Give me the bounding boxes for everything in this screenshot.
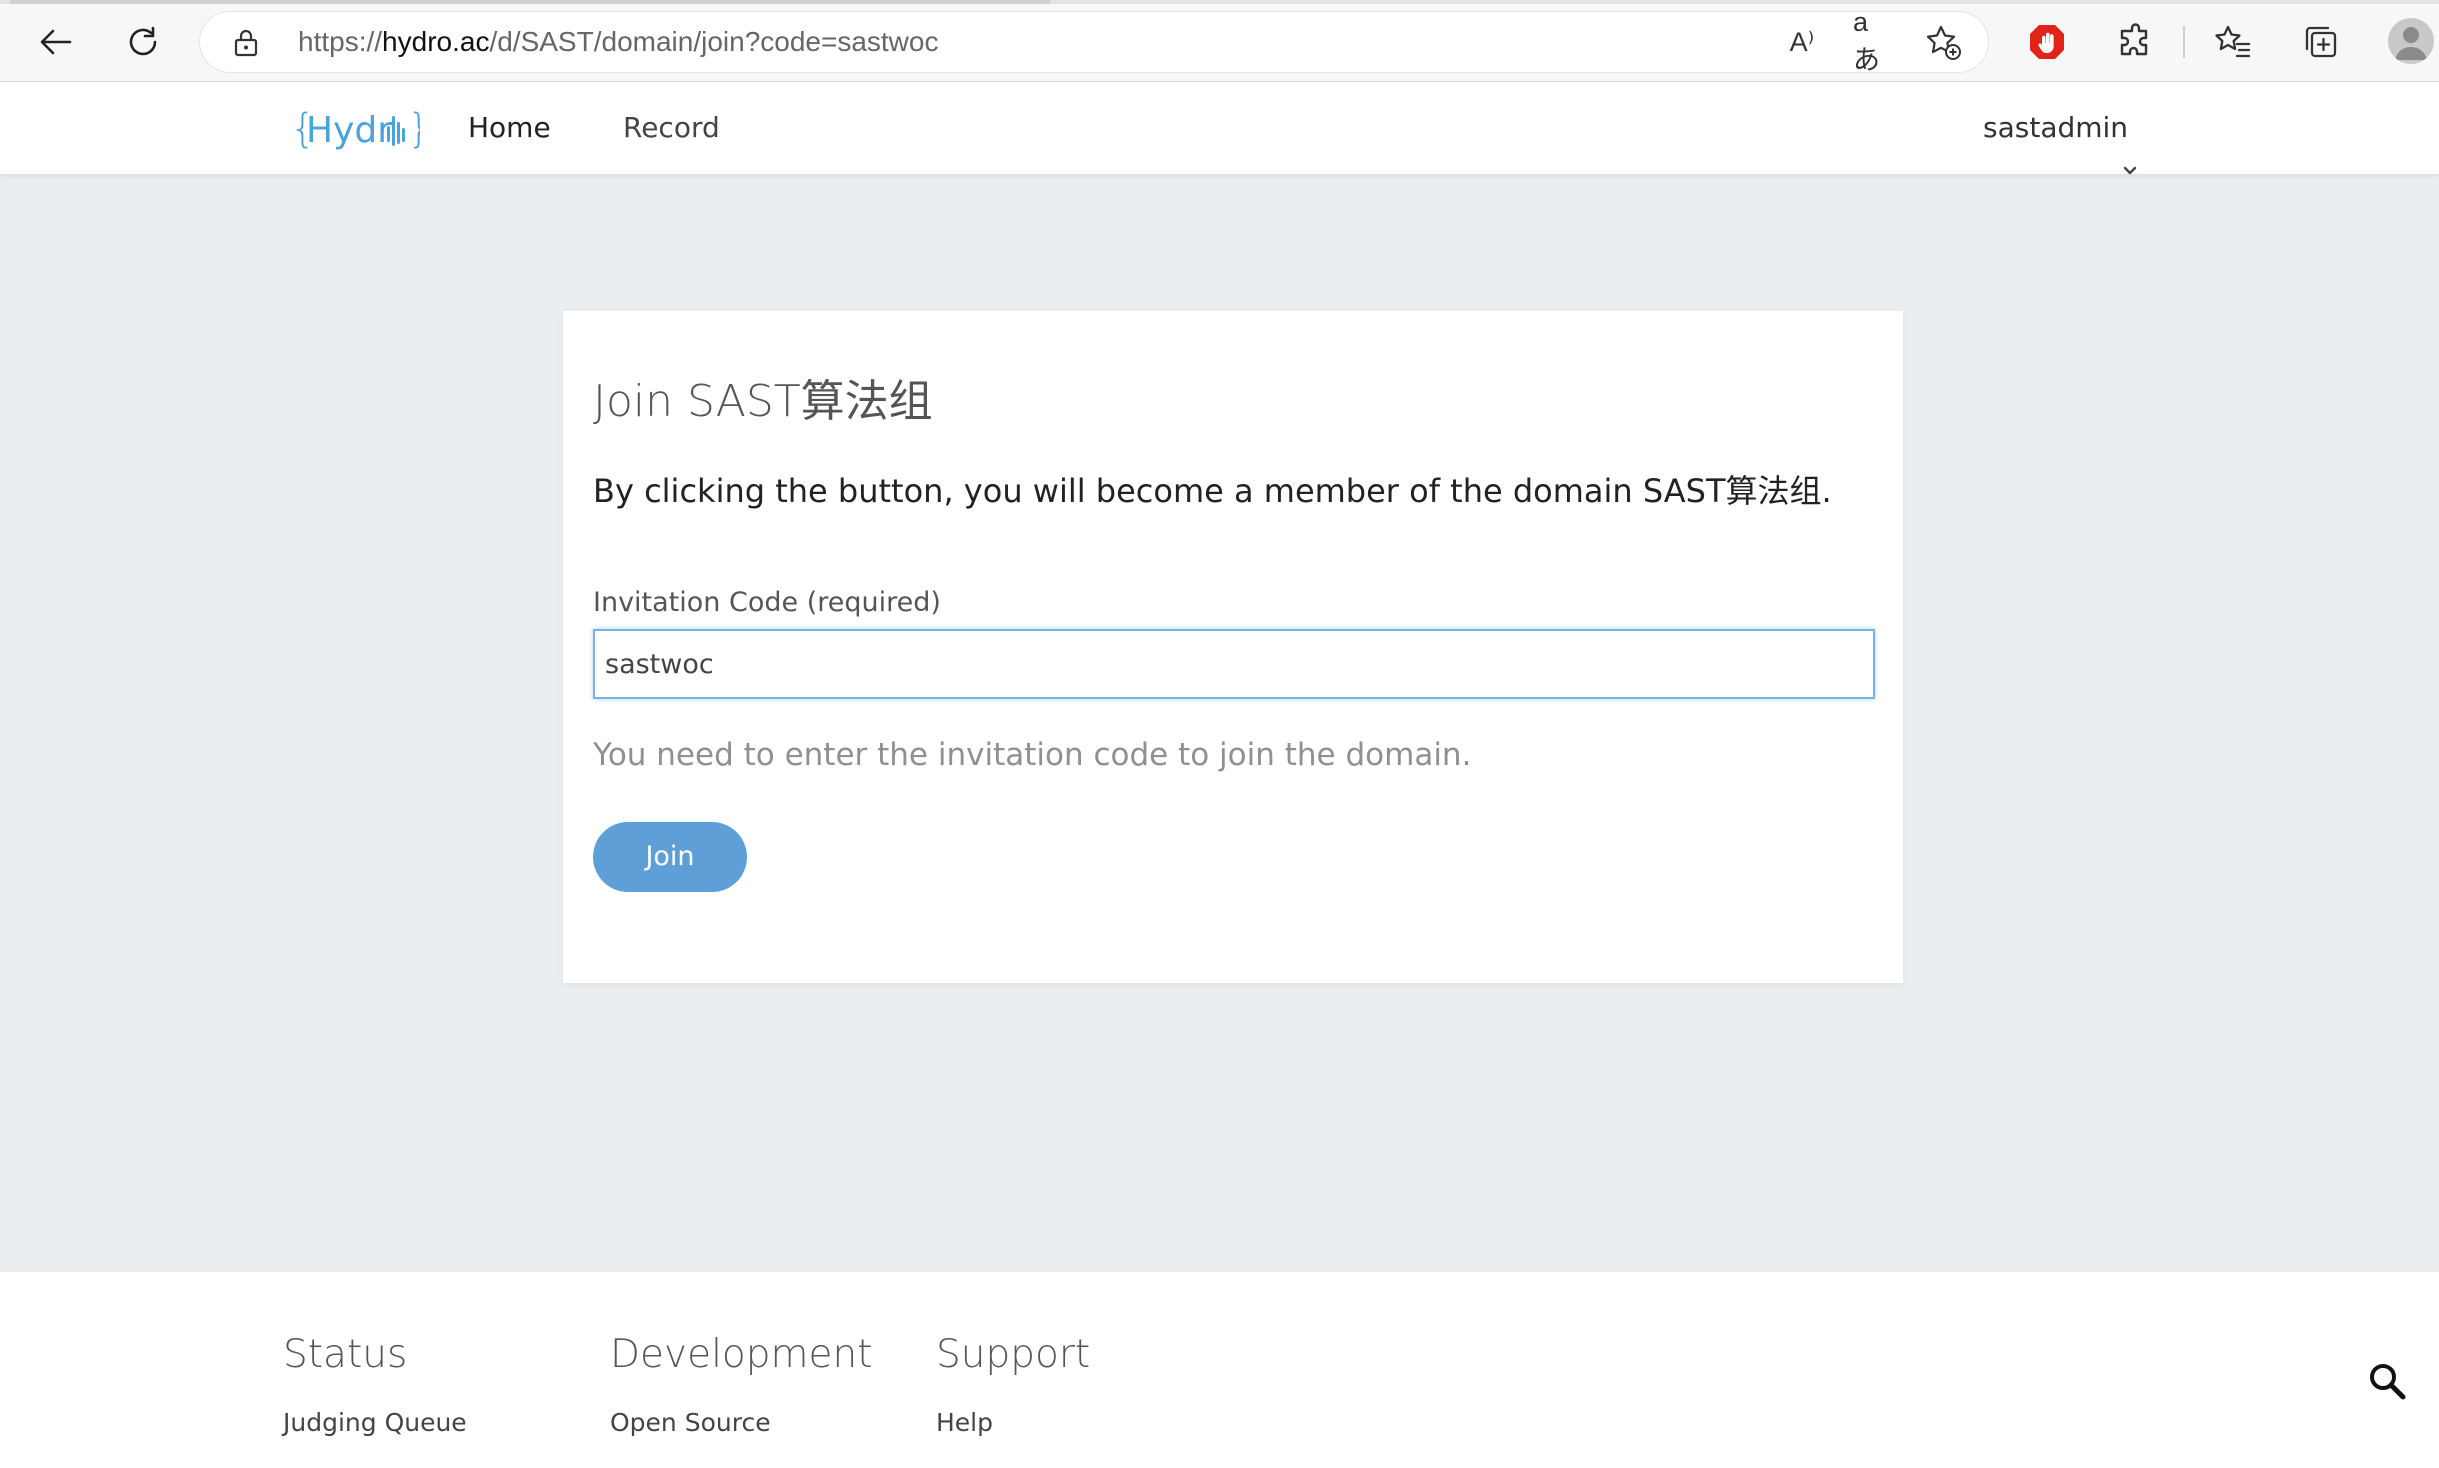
extensions-icon[interactable] (2113, 19, 2159, 65)
join-domain-card: Join SAST算法组 By clicking the button, you… (563, 311, 1903, 983)
collections-icon[interactable] (2298, 19, 2344, 65)
favorites-icon[interactable] (2210, 19, 2256, 65)
nav-record[interactable]: Record (623, 82, 720, 174)
url-scheme: https:// (298, 26, 383, 57)
footer: Status Judging Queue Development Open So… (0, 1272, 2439, 1468)
page-title: Join SAST算法组 (593, 376, 933, 427)
join-description: By clicking the button, you will become … (593, 472, 1832, 510)
url-path: /d/SAST/domain/join?code=sastwoc (489, 26, 939, 57)
join-button[interactable]: Join (593, 822, 747, 892)
svg-text:Hydr: Hydr (306, 110, 392, 151)
url-host: hydro.ac (382, 26, 490, 57)
footer-heading: Support (936, 1332, 1091, 1377)
invitation-code-label: Invitation Code (required) (593, 587, 941, 618)
adblock-extension-icon[interactable] (2024, 19, 2070, 65)
add-favorite-icon[interactable] (1924, 23, 1962, 61)
user-menu[interactable]: sastadmin (1983, 82, 2137, 175)
tab-strip (0, 0, 2439, 4)
invitation-code-input[interactable] (593, 629, 1875, 699)
browser-toolbar: https://hydro.ac/d/SAST/domain/join?code… (0, 0, 2439, 82)
search-icon[interactable] (2364, 1358, 2410, 1404)
address-bar[interactable]: https://hydro.ac/d/SAST/domain/join?code… (200, 7, 1988, 75)
toolbar-divider (2183, 26, 2185, 58)
nav-home[interactable]: Home (468, 82, 551, 174)
footer-link-help[interactable]: Help (936, 1408, 993, 1437)
read-aloud-icon[interactable]: A⁾ (1783, 23, 1821, 61)
site-header: { Hydr } Home Record sastadmin (0, 82, 2439, 175)
invitation-code-help: You need to enter the invitation code to… (593, 737, 1472, 773)
footer-link-judging-queue[interactable]: Judging Queue (283, 1408, 467, 1437)
refresh-icon[interactable] (120, 19, 166, 65)
profile-avatar[interactable] (2388, 18, 2434, 64)
back-icon[interactable] (33, 19, 79, 65)
footer-heading: Status (283, 1332, 408, 1377)
footer-heading: Development (610, 1332, 873, 1377)
translate-icon[interactable]: aあ (1853, 7, 1891, 75)
main-content: Join SAST算法组 By clicking the button, you… (0, 174, 2439, 1272)
username: sastadmin (1983, 111, 2129, 144)
footer-link-open-source[interactable]: Open Source (610, 1408, 771, 1437)
hydro-logo[interactable]: { Hydr } (290, 98, 432, 158)
svg-text:}: } (407, 106, 420, 152)
chevron-down-icon (2123, 121, 2137, 213)
lock-icon[interactable] (232, 28, 260, 62)
active-tab[interactable] (10, 0, 1050, 4)
url-text[interactable]: https://hydro.ac/d/SAST/domain/join?code… (298, 12, 938, 72)
